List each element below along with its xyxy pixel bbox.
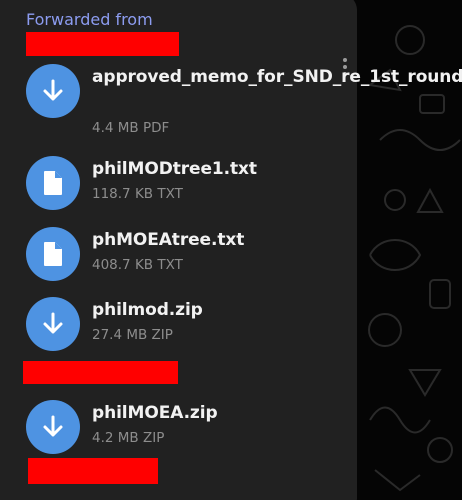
redacted-caption — [23, 361, 178, 384]
file-size-type: 408.7 KB TXT — [92, 257, 183, 273]
file-name: philMODtree1.txt — [92, 159, 257, 179]
redacted-caption — [28, 458, 158, 484]
file-size-type: 4.4 MB PDF — [92, 120, 170, 136]
document-icon[interactable] — [26, 227, 80, 281]
download-arrow-icon[interactable] — [26, 64, 80, 118]
download-arrow-icon[interactable] — [26, 297, 80, 351]
file-attachment[interactable]: phMOEAtree.txt 408.7 KB TXT — [26, 227, 346, 297]
forwarded-from-label: Forwarded from — [26, 10, 153, 29]
file-name: approved_memo_for_SND_re_1st_round_of_PH… — [92, 67, 462, 87]
message-bubble[interactable]: Forwarded from approved_memo_for_SND_re_… — [0, 0, 462, 500]
file-size-type: 27.4 MB ZIP — [92, 327, 173, 343]
file-size-type: 4.2 MB ZIP — [92, 430, 165, 446]
document-icon[interactable] — [26, 156, 80, 210]
file-name: phMOEAtree.txt — [92, 230, 245, 250]
file-name: philMOEA.zip — [92, 403, 218, 423]
chat-screen: Forwarded from approved_memo_for_SND_re_… — [0, 0, 462, 500]
file-size-type: 118.7 KB TXT — [92, 186, 183, 202]
file-attachment[interactable]: philmod.zip 27.4 MB ZIP — [26, 297, 346, 367]
download-arrow-icon[interactable] — [26, 400, 80, 454]
redacted-sender-name — [26, 32, 179, 56]
file-name: philmod.zip — [92, 300, 203, 320]
file-attachment[interactable]: approved_memo_for_SND_re_1st_round_of_PH… — [26, 64, 462, 136]
file-attachment[interactable]: philMODtree1.txt 118.7 KB TXT — [26, 156, 346, 226]
